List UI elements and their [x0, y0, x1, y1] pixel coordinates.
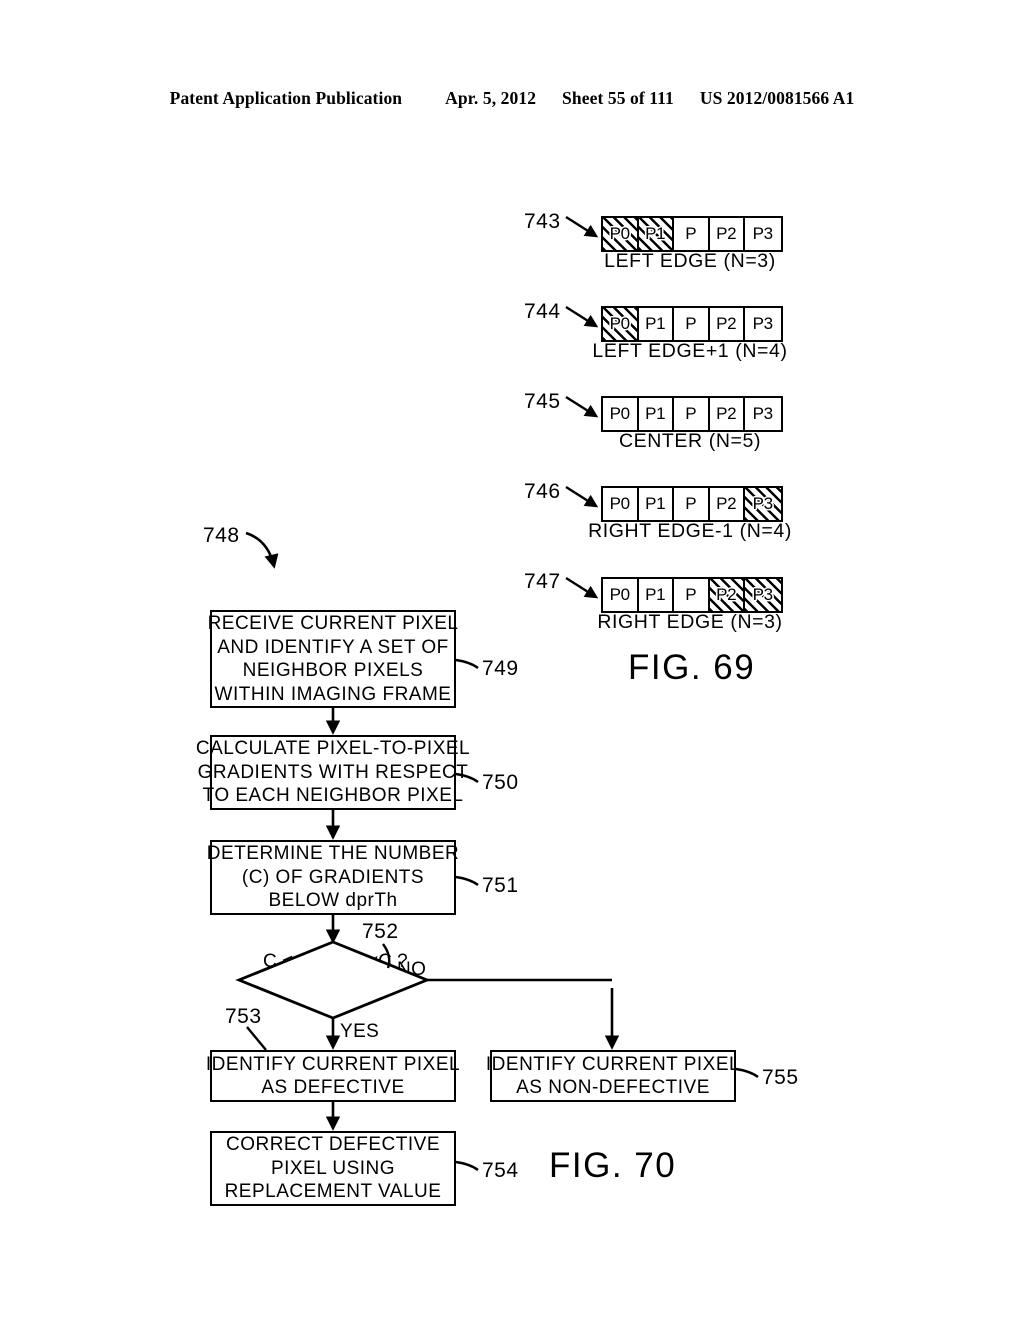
step-755-line-1: IDENTIFY CURRENT PIXEL	[485, 1053, 741, 1075]
step-749-line-2: AND IDENTIFY A SET OF	[217, 636, 449, 658]
step-box-754: CORRECT DEFECTIVE PIXEL USING REPLACEMEN…	[210, 1131, 456, 1206]
step-750-line-1: CALCULATE PIXEL-TO-PIXEL	[195, 738, 471, 760]
pixel-cell-747-p0: P0	[603, 579, 639, 611]
pixel-cell-743-p1: P1	[638, 218, 674, 250]
ref-752: 752	[362, 920, 399, 943]
pixel-row-746: P0 P1 P P2 P3	[601, 486, 783, 522]
pixel-cell-747-p2: P2	[709, 579, 745, 611]
figure-69-label: FIG. 69	[628, 648, 756, 687]
ref-753: 753	[225, 1005, 262, 1028]
ref-746: 746	[524, 480, 561, 503]
step-750-line-2: GRADIENTS WITH RESPECT	[197, 761, 469, 783]
ref-744: 744	[524, 300, 561, 323]
ref-751: 751	[482, 874, 519, 897]
decision-752-line-2: dprMaxC	[314, 951, 392, 972]
pixel-cell-746-p3: P3	[745, 488, 781, 520]
step-box-755: IDENTIFY CURRENT PIXEL AS NON-DEFECTIVE	[486, 1050, 740, 1102]
pixel-row-744: P0 P1 P P2 P3	[601, 306, 783, 342]
step-753-line-1: IDENTIFY CURRENT PIXEL	[205, 1053, 461, 1075]
step-box-753: IDENTIFY CURRENT PIXEL AS DEFECTIVE	[206, 1050, 460, 1102]
step-751-line-3: BELOW dprTh	[268, 890, 398, 912]
figure-70-label: FIG. 70	[549, 1146, 677, 1185]
ref-754: 754	[482, 1159, 519, 1182]
page-header: Patent Application Publication Apr. 5, 2…	[0, 88, 1024, 109]
ref-747: 747	[524, 570, 561, 593]
header-patent-number: US 2012/0081566 A1	[699, 88, 855, 108]
pixel-cell-745-p2: P2	[709, 398, 745, 430]
caption-744: LEFT EDGE+1 (N=4)	[592, 340, 788, 362]
pixel-cell-746-p2: P2	[709, 488, 745, 520]
pixel-row-747: P0 P1 P P2 P3	[601, 577, 783, 613]
ref-745: 745	[524, 390, 561, 413]
pixel-cell-747-p: P	[674, 579, 710, 611]
header-sheet: Sheet 55 of 111	[562, 88, 674, 108]
ref-748: 748	[203, 524, 240, 547]
step-754-line-3: REPLACEMENT VALUE	[224, 1181, 442, 1203]
step-749-line-3: NEIGHBOR PIXELS	[242, 660, 424, 681]
step-751-line-1: DETERMINE THE NUMBER	[206, 843, 460, 865]
branch-label-no: NO	[397, 959, 427, 980]
step-box-749: RECEIVE CURRENT PIXEL AND IDENTIFY A SET…	[207, 610, 459, 708]
pixel-cell-744-p3: P3	[745, 308, 781, 340]
ref-749: 749	[482, 657, 519, 680]
pixel-cell-745-p: P	[674, 398, 710, 430]
ref-743: 743	[524, 210, 561, 233]
step-box-750: CALCULATE PIXEL-TO-PIXEL GRADIENTS WITH …	[196, 735, 470, 810]
pixel-cell-743-p2: P2	[709, 218, 745, 250]
ref-leader-arrows	[565, 215, 599, 599]
pixel-cell-744-p: P	[674, 308, 710, 340]
pixel-row-745: P0 P1 P P2 P3	[601, 396, 783, 432]
step-754-line-1: CORRECT DEFECTIVE	[225, 1134, 440, 1156]
pixel-cell-747-p3: P3	[745, 579, 781, 611]
caption-746: RIGHT EDGE-1 (N=4)	[588, 520, 792, 542]
header-date: Apr. 5, 2012	[445, 88, 537, 108]
step-751-line-2: (C) OF GRADIENTS	[241, 866, 425, 888]
caption-745: CENTER (N=5)	[618, 430, 762, 452]
step-749-line-4: WITHIN IMAGING FRAME	[214, 683, 452, 705]
pixel-cell-744-p0: P0	[603, 308, 639, 340]
pixel-cell-745-p3: P3	[745, 398, 781, 430]
pixel-cell-746-p0: P0	[603, 488, 639, 520]
pixel-cell-745-p0: P0	[603, 398, 639, 430]
pixel-cell-743-p: P	[674, 218, 710, 250]
step-box-751: DETERMINE THE NUMBER (C) OF GRADIENTS BE…	[206, 840, 460, 915]
step-753-line-2: AS DEFECTIVE	[261, 1077, 405, 1098]
pixel-cell-743-p0: P0	[603, 218, 639, 250]
pixel-cell-746-p1: P1	[638, 488, 674, 520]
step-755-line-2: AS NON-DEFECTIVE	[516, 1077, 710, 1098]
caption-743: LEFT EDGE (N=3)	[604, 250, 776, 272]
leader-748	[245, 531, 279, 569]
branch-label-yes: YES	[340, 1021, 380, 1042]
step-754-line-2: PIXEL USING	[270, 1157, 396, 1179]
pixel-cell-743-p3: P3	[745, 218, 781, 250]
header-publication: Patent Application Publication	[169, 88, 403, 108]
caption-747: RIGHT EDGE (N=3)	[597, 611, 783, 633]
decision-752-line-1: C < =	[263, 951, 310, 972]
decision-752-text: C < = dprMaxC ?	[263, 951, 408, 972]
ref-750: 750	[482, 771, 519, 794]
pixel-row-743: P0 P1 P P2 P3	[601, 216, 783, 252]
pixel-cell-746-p: P	[674, 488, 710, 520]
pixel-cell-747-p1: P1	[638, 579, 674, 611]
step-750-line-3: TO EACH NEIGHBOR PIXEL	[202, 785, 464, 807]
pixel-cell-744-p2: P2	[709, 308, 745, 340]
pixel-cell-744-p1: P1	[638, 308, 674, 340]
step-749-line-1: RECEIVE CURRENT PIXEL	[207, 613, 459, 634]
pixel-cell-745-p1: P1	[638, 398, 674, 430]
ref-755: 755	[762, 1066, 799, 1089]
